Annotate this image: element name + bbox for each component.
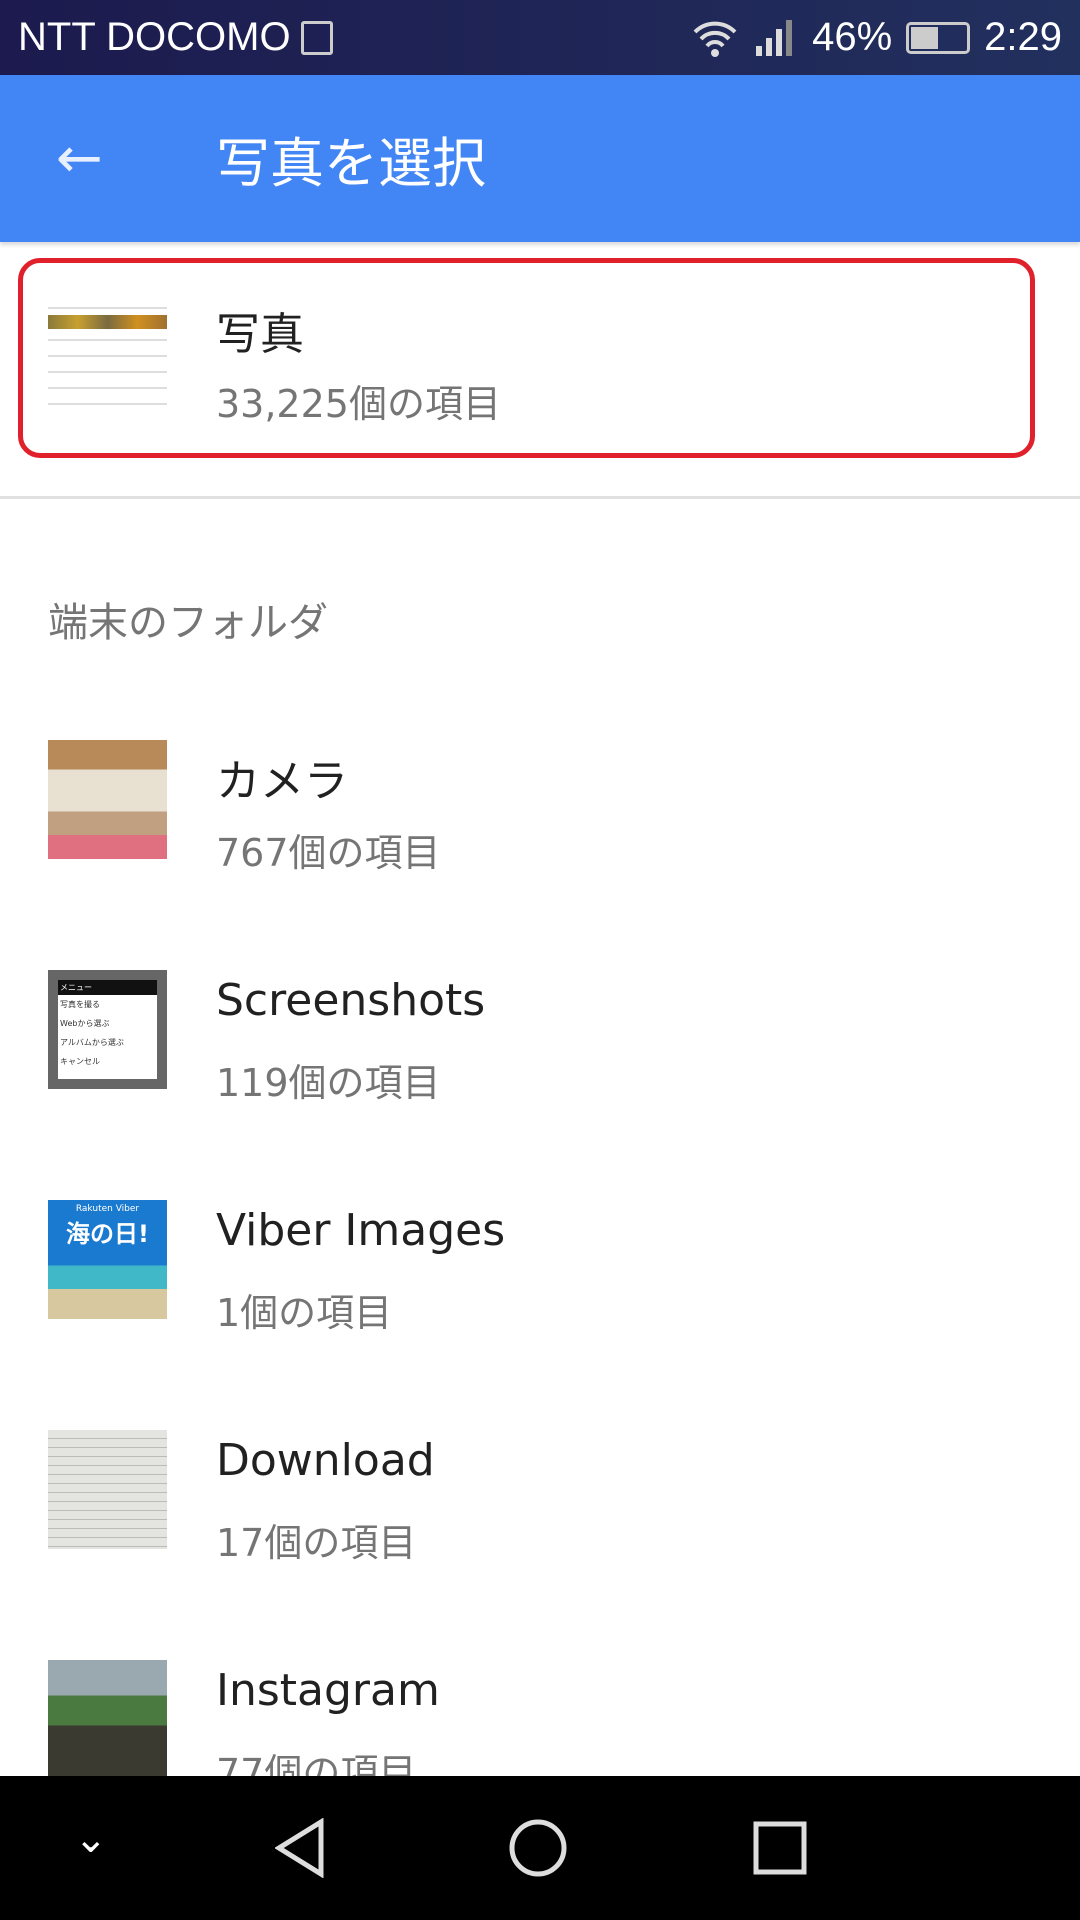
- folder-item-camera[interactable]: カメラ 767個の項目: [0, 710, 1080, 910]
- home-circle-icon[interactable]: [508, 1818, 568, 1878]
- wifi-icon: [693, 21, 737, 57]
- instagram-thumbnail: [48, 1660, 167, 1779]
- app-bar: ← 写真を選択: [0, 75, 1080, 242]
- camera-thumbnail: [48, 740, 167, 859]
- signal-icon: [756, 19, 793, 56]
- thumb-menu-item: 写真を撮る: [60, 1000, 100, 1009]
- battery-percent: 46%: [812, 15, 893, 59]
- thumb-menu-item: アルバムから選ぶ: [60, 1038, 124, 1047]
- folder-item-screenshots[interactable]: メニュー 写真を撮る Webから選ぶ アルバムから選ぶ キャンセル Screen…: [0, 940, 1080, 1140]
- recents-square-icon[interactable]: [753, 1821, 807, 1875]
- viber-thumbnail: Rakuten Viber 海の日!: [48, 1200, 167, 1319]
- thumb-brand: Rakuten Viber: [75, 1204, 140, 1214]
- chevron-down-icon[interactable]: ⌄: [74, 1816, 108, 1862]
- status-bar: NTT DOCOMO 46% 2:29: [0, 0, 1080, 75]
- item-count: 17個の項目: [216, 1521, 417, 1565]
- carrier-label: NTT DOCOMO: [18, 15, 291, 59]
- thumb-menu-item: Webから選ぶ: [60, 1019, 110, 1028]
- item-title: カメラ: [216, 756, 348, 807]
- thumb-menu-item: キャンセル: [60, 1057, 100, 1066]
- thumb-text: 海の日!: [66, 1220, 149, 1248]
- folder-item-viber[interactable]: Rakuten Viber 海の日! Viber Images 1個の項目: [0, 1170, 1080, 1370]
- clock: 2:29: [984, 15, 1062, 59]
- download-thumbnail: [48, 1430, 167, 1549]
- item-count: 33,225個の項目: [216, 382, 501, 426]
- folder-item-download[interactable]: Download 17個の項目: [0, 1400, 1080, 1600]
- all-photos-item[interactable]: 写真 33,225個の項目: [0, 258, 1080, 458]
- page-title: 写真を選択: [216, 132, 486, 195]
- thumb-menu-item: メニュー: [58, 980, 157, 995]
- arrow-left-icon[interactable]: ←: [56, 126, 103, 191]
- item-title: Download: [216, 1435, 435, 1486]
- battery-icon: [906, 21, 971, 54]
- divider: [0, 496, 1080, 499]
- screenshots-thumbnail: メニュー 写真を撮る Webから選ぶ アルバムから選ぶ キャンセル: [48, 970, 167, 1089]
- item-title: Viber Images: [216, 1205, 506, 1256]
- navigation-bar: ⌄: [0, 1776, 1080, 1920]
- item-count: 767個の項目: [216, 831, 441, 875]
- item-count: 1個の項目: [216, 1291, 393, 1335]
- item-title: Screenshots: [216, 975, 486, 1026]
- back-triangle-icon[interactable]: [275, 1818, 325, 1878]
- photos-thumbnail: [48, 293, 167, 412]
- gallery-icon: [300, 20, 333, 55]
- item-title: Instagram: [216, 1665, 440, 1716]
- item-count: 119個の項目: [216, 1061, 441, 1105]
- item-title: 写真: [216, 309, 304, 360]
- section-header: 端末のフォルダ: [48, 600, 328, 646]
